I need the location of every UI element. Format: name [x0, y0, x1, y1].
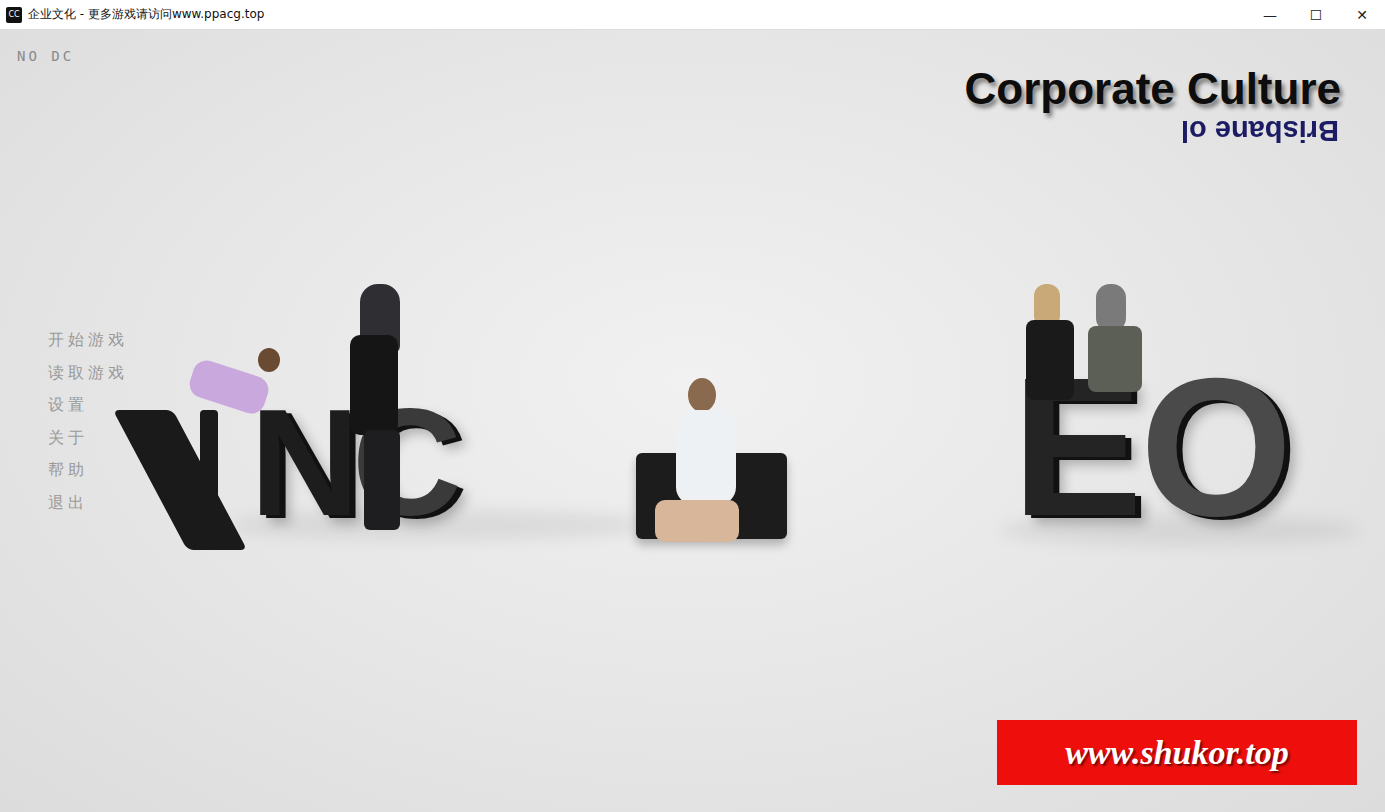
menu-item[interactable]: 读取游戏 [48, 357, 128, 390]
maximize-button[interactable]: ☐ [1293, 0, 1339, 29]
title-bar: CC 企业文化 - 更多游戏请访问www.ppacg.top—☐✕ [0, 0, 1385, 30]
man-figure-head [258, 348, 280, 372]
minimize-button[interactable]: — [1247, 0, 1293, 29]
app-icon: CC [6, 7, 22, 23]
woman-figure-torso [350, 335, 398, 435]
woman-figure-legs [364, 430, 400, 530]
scene-letter-o: O [1140, 350, 1292, 546]
menu-item[interactable]: 帮助 [48, 454, 128, 487]
corner-label: NO DC [17, 48, 74, 64]
watermark-text: www.shukor.top [1065, 734, 1289, 772]
sitting-woman-body [1026, 320, 1074, 400]
main-menu: 开始游戏读取游戏设置关于帮助退出 [48, 324, 128, 519]
close-button[interactable]: ✕ [1339, 0, 1385, 29]
menu-item[interactable]: 开始游戏 [48, 324, 128, 357]
game-screen: NO DCCorporate CultureBrisbane olNCEO开始游… [0, 30, 1385, 812]
man-figure-legs [200, 410, 218, 530]
watermark-banner: www.shukor.top [997, 720, 1357, 785]
menu-item[interactable]: 关于 [48, 422, 128, 455]
sitting-woman-head [1096, 284, 1126, 332]
window-title: 企业文化 - 更多游戏请访问www.ppacg.top [28, 6, 1247, 23]
game-subtitle: Brisbane ol [1181, 114, 1339, 147]
scene-letter-n: N [250, 386, 360, 538]
menu-item[interactable]: 设置 [48, 389, 128, 422]
game-title: Corporate Culture [965, 64, 1341, 114]
seated-woman-legs [655, 500, 739, 542]
sitting-woman-body [1088, 326, 1142, 392]
window-controls: —☐✕ [1247, 0, 1385, 29]
menu-item[interactable]: 退出 [48, 487, 128, 520]
seated-woman-head [688, 378, 716, 412]
man-figure-legs [113, 410, 247, 550]
seated-woman-dress [676, 410, 736, 505]
